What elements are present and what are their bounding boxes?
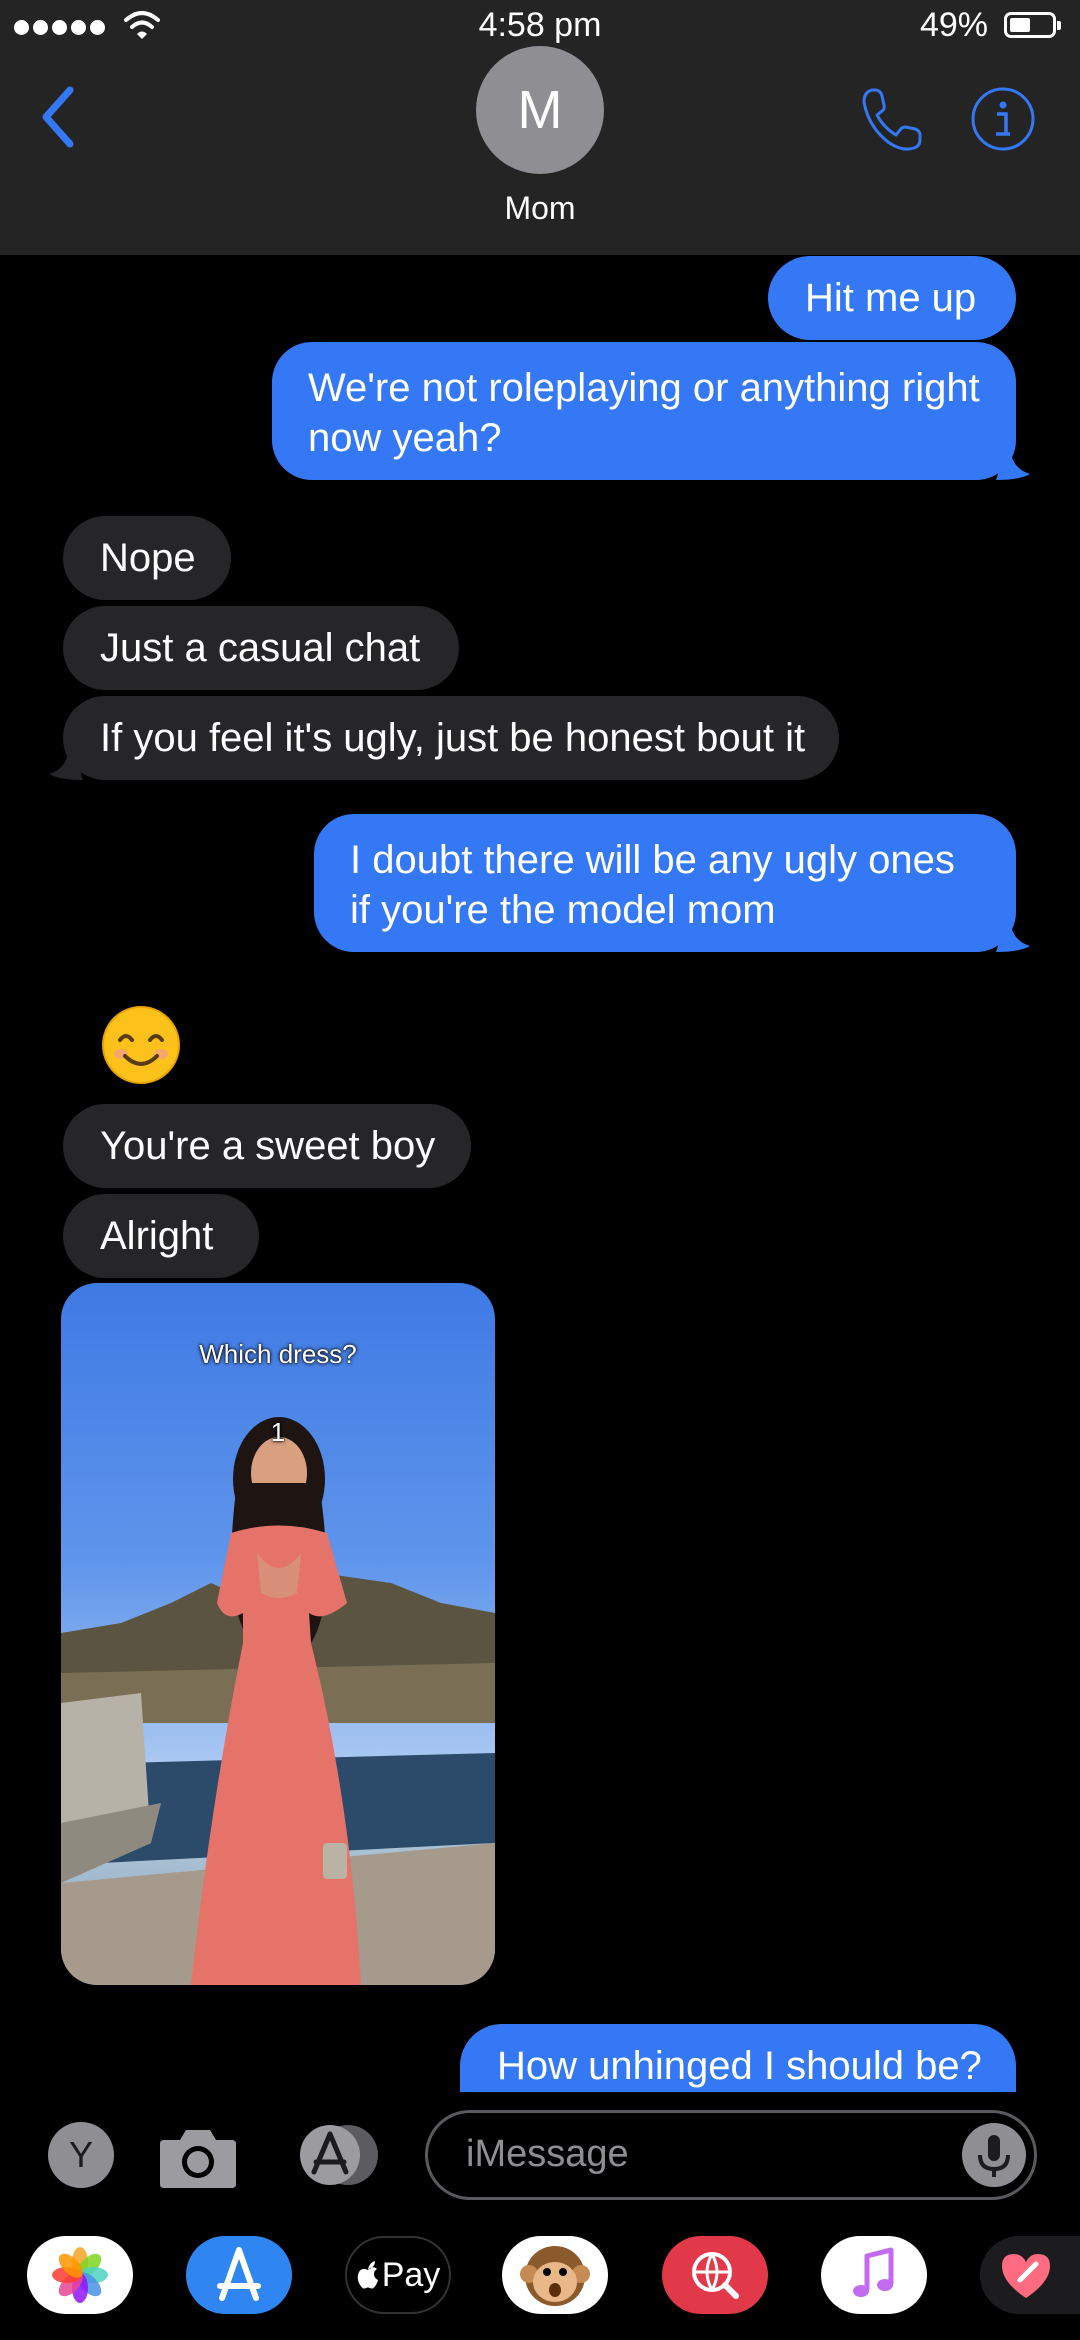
app-store-a-icon: [217, 2247, 261, 2301]
message-text: You're a sweet boy: [100, 1124, 436, 1168]
user-avatar-button[interactable]: Y: [48, 2122, 114, 2188]
back-chevron-icon[interactable]: [36, 84, 84, 150]
info-icon[interactable]: [970, 86, 1036, 152]
contact-avatar[interactable]: M: [476, 46, 604, 174]
incoming-message[interactable]: If you feel it's ugly, just be honest bo…: [49, 696, 839, 780]
conversation-header: 4:58 pm 49% M Mom: [0, 0, 1080, 255]
incoming-message[interactable]: Nope: [63, 516, 231, 600]
imessage-input[interactable]: iMessage: [425, 2110, 1037, 2200]
web-images-app-icon[interactable]: [662, 2236, 768, 2314]
microphone-button[interactable]: [962, 2123, 1026, 2187]
apple-pay-app-icon[interactable]: Pay: [345, 2236, 451, 2314]
monkey-face-icon: [520, 2246, 590, 2306]
message-text: I doubt there will be any ugly ones if y…: [350, 838, 955, 932]
bubble-tail-icon: [990, 916, 1030, 952]
app-store-app-icon[interactable]: [186, 2236, 292, 2314]
smiling-face-emoji-icon[interactable]: [100, 1004, 182, 1086]
status-bar: 4:58 pm 49%: [0, 0, 1080, 52]
camera-icon[interactable]: [158, 2126, 238, 2190]
message-text: If you feel it's ugly, just be honest bo…: [100, 716, 806, 760]
status-time: 4:58 pm: [478, 6, 602, 44]
contact-name[interactable]: Mom: [0, 190, 1080, 227]
message-text: Alright: [100, 1214, 214, 1258]
outgoing-message[interactable]: We're not roleplaying or anything right …: [272, 342, 1030, 480]
phone-icon[interactable]: [858, 84, 928, 154]
digital-touch-app-icon[interactable]: [980, 2236, 1080, 2314]
message-text: Nope: [100, 536, 196, 580]
photos-flower-icon: [52, 2247, 108, 2303]
outgoing-message[interactable]: Hit me up: [768, 256, 1016, 340]
dress-photo: [61, 1417, 495, 1985]
incoming-message[interactable]: Just a casual chat: [63, 606, 459, 690]
app-store-drawer-icon[interactable]: [290, 2122, 386, 2188]
battery-icon: [1004, 12, 1061, 38]
incoming-message[interactable]: Alright: [63, 1194, 259, 1278]
bubble-tail-icon: [990, 444, 1030, 480]
music-note-icon: [853, 2247, 894, 2297]
globe-search-icon: [692, 2252, 739, 2299]
animoji-app-icon[interactable]: [502, 2236, 608, 2314]
incoming-message[interactable]: You're a sweet boy: [63, 1104, 471, 1188]
bubble-tail-icon: [49, 744, 89, 780]
battery-percentage: 49%: [919, 6, 988, 44]
apple-logo-icon: [357, 2261, 378, 2289]
image-number-label: 1: [270, 1417, 286, 1447]
user-avatar-letter: Y: [68, 2134, 93, 2175]
message-text: We're not roleplaying or anything right …: [308, 366, 980, 460]
imessage-placeholder: iMessage: [466, 2133, 629, 2175]
message-text: Just a casual chat: [100, 626, 421, 670]
avatar-initial: M: [517, 80, 563, 140]
photos-app-icon[interactable]: [27, 2236, 133, 2314]
message-text: Hit me up: [805, 276, 977, 320]
apple-pay-label: Pay: [381, 2255, 441, 2294]
image-attachment[interactable]: Which dress? 1: [61, 1283, 495, 1985]
heart-touch-icon: [1002, 2254, 1050, 2298]
microphone-icon: [978, 2135, 1010, 2177]
outgoing-message[interactable]: I doubt there will be any ugly ones if y…: [314, 814, 1030, 952]
image-caption: Which dress?: [199, 1339, 357, 1369]
message-text: How unhinged I should be?: [497, 2044, 982, 2088]
music-app-icon[interactable]: [821, 2236, 927, 2314]
